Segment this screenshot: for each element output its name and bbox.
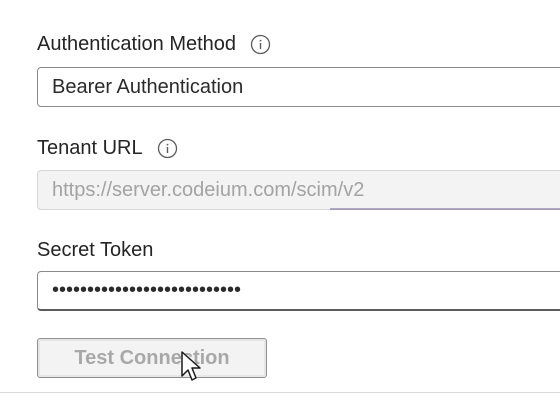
secret-token-masked-value: ••••••••••••••••••••••••••• [52, 279, 242, 301]
auth-method-label: Authentication Method [37, 33, 237, 55]
tenant-url-label: Tenant URL [37, 137, 143, 159]
secret-token-input[interactable]: ••••••••••••••••••••••••••• [37, 271, 560, 311]
info-icon[interactable] [250, 34, 271, 55]
auth-method-select[interactable]: Bearer Authentication [37, 67, 560, 107]
divider [0, 392, 560, 393]
tenant-url-input[interactable]: https://server.codeium.com/scim/v2 [37, 170, 560, 210]
secret-token-label: Secret Token [37, 239, 154, 261]
tenant-url-label-row: Tenant URL [37, 137, 178, 160]
auth-method-label-row: Authentication Method [37, 33, 271, 56]
test-connection-label: Test Connection [74, 346, 230, 369]
mouse-cursor-icon [181, 351, 201, 381]
secret-token-label-row: Secret Token [37, 239, 153, 262]
field-accent-line [330, 208, 560, 210]
tenant-url-placeholder: https://server.codeium.com/scim/v2 [52, 178, 365, 201]
auth-method-value: Bearer Authentication [52, 75, 244, 98]
test-connection-button[interactable]: Test Connection [37, 338, 267, 378]
info-icon[interactable] [157, 138, 178, 159]
